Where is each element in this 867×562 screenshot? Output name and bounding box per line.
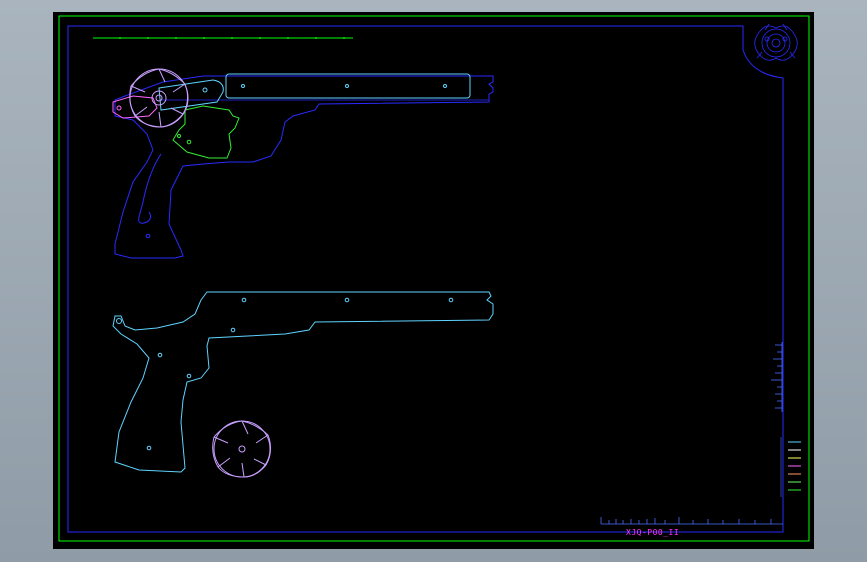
bottom-ruler [600, 517, 783, 525]
assembly-view [112, 68, 494, 259]
cylinder-detail [212, 420, 272, 478]
grip-inner-curve [138, 153, 162, 224]
hammer-arm [158, 79, 224, 111]
layer-legend [780, 437, 801, 497]
frame-part-view [112, 291, 494, 478]
cylinder-assembled [129, 68, 189, 128]
drawing-label: XJQ-P00_II [626, 528, 680, 537]
right-ruler [771, 342, 783, 412]
outer-frame [58, 15, 810, 542]
ornament-logo-icon [754, 23, 798, 61]
cad-viewport[interactable]: XJQ-P00_II [53, 12, 814, 549]
frame-part-outline [112, 291, 494, 473]
drawing-sheet [58, 15, 810, 542]
assembly-frame-outline [114, 75, 494, 259]
inner-frame [67, 25, 784, 533]
